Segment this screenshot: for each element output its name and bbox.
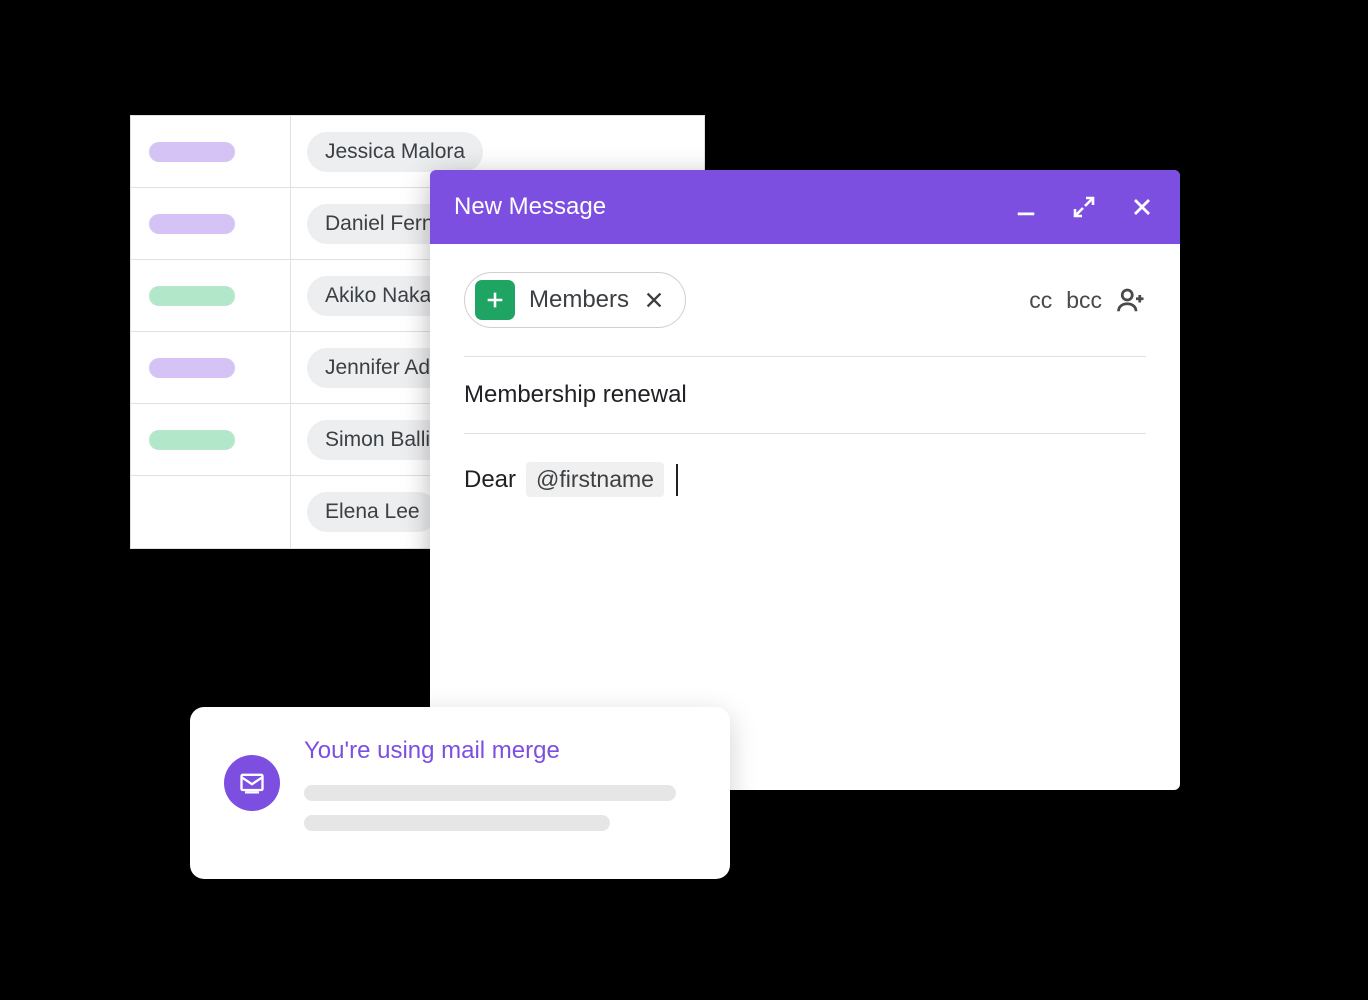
tip-title: You're using mail merge bbox=[304, 737, 696, 765]
status-cell bbox=[131, 332, 291, 403]
expand-icon[interactable] bbox=[1070, 193, 1098, 221]
message-body[interactable]: Dear @firstname bbox=[464, 434, 1146, 497]
status-cell bbox=[131, 188, 291, 259]
cc-bcc-controls: cc bcc bbox=[1029, 285, 1146, 315]
bcc-link[interactable]: bcc bbox=[1066, 287, 1102, 314]
status-cell bbox=[131, 260, 291, 331]
status-pill bbox=[149, 430, 235, 450]
placeholder-line bbox=[304, 785, 676, 801]
recipients-row: Members cc bcc bbox=[464, 272, 1146, 357]
subject-field[interactable]: Membership renewal bbox=[464, 357, 1146, 434]
remove-chip-icon[interactable] bbox=[643, 289, 665, 311]
status-pill bbox=[149, 214, 235, 234]
window-controls bbox=[1012, 193, 1156, 221]
name-chip: Elena Lee bbox=[307, 492, 438, 532]
compose-window: New Message bbox=[430, 170, 1180, 790]
mail-merge-tip: You're using mail merge bbox=[190, 707, 730, 879]
merge-tag: @firstname bbox=[526, 462, 664, 497]
status-pill bbox=[149, 358, 235, 378]
close-icon[interactable] bbox=[1128, 193, 1156, 221]
status-pill bbox=[149, 142, 235, 162]
cc-link[interactable]: cc bbox=[1029, 287, 1052, 314]
status-cell bbox=[131, 476, 291, 548]
tip-body: You're using mail merge bbox=[304, 737, 696, 845]
compose-header: New Message bbox=[430, 170, 1180, 244]
add-person-icon[interactable] bbox=[1116, 285, 1146, 315]
sheets-icon bbox=[475, 280, 515, 320]
status-cell bbox=[131, 404, 291, 475]
name-chip: Jessica Malora bbox=[307, 132, 483, 172]
recipient-chip[interactable]: Members bbox=[464, 272, 686, 328]
body-prefix: Dear bbox=[464, 466, 516, 494]
recipient-chip-label: Members bbox=[529, 286, 629, 314]
minimize-icon[interactable] bbox=[1012, 193, 1040, 221]
mail-merge-icon bbox=[224, 755, 280, 811]
status-pill bbox=[149, 286, 235, 306]
compose-title: New Message bbox=[454, 193, 1012, 221]
subject-text: Membership renewal bbox=[464, 381, 687, 408]
placeholder-line bbox=[304, 815, 610, 831]
text-cursor bbox=[676, 464, 678, 496]
status-cell bbox=[131, 116, 291, 187]
